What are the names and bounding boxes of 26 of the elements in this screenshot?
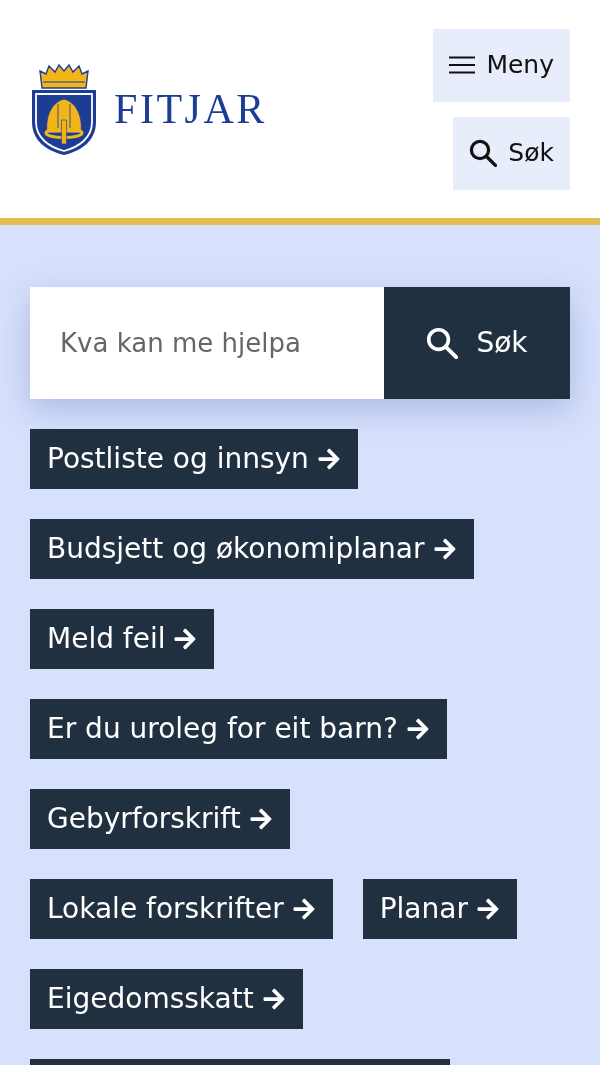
arrow-right-icon (475, 897, 500, 921)
menu-button[interactable]: Meny (433, 28, 570, 102)
menu-icon (449, 56, 476, 74)
arrow-right-icon (405, 717, 430, 741)
arrow-right-icon (291, 897, 316, 921)
coat-of-arms-icon (30, 62, 98, 156)
quick-link[interactable]: Planar (362, 879, 517, 939)
quick-link[interactable]: Lokale forskrifter (30, 879, 333, 939)
quick-link[interactable]: Meld feil (30, 609, 215, 669)
arrow-right-icon (248, 807, 273, 831)
quick-link[interactable]: Postliste og innsyn (30, 429, 358, 489)
arrow-right-icon (261, 987, 286, 1011)
search-field[interactable]: Kva kan me hjelpa (30, 287, 384, 399)
search-button[interactable]: Søk (384, 287, 570, 399)
quick-link[interactable] (30, 1059, 450, 1065)
quick-link[interactable]: Gebyrforskrift (30, 789, 290, 849)
quick-link[interactable]: Er du uroleg for eit barn? (30, 699, 447, 759)
search-icon (426, 327, 459, 359)
quick-link[interactable]: Budsjett og økonomiplanar (30, 519, 474, 579)
arrow-right-icon (432, 537, 457, 561)
search-button[interactable]: Søk (453, 116, 570, 190)
search-icon (469, 139, 498, 167)
arrow-right-icon (316, 447, 341, 471)
arrow-right-icon (173, 627, 198, 651)
quick-link[interactable]: Eigedomsskatt (30, 969, 303, 1029)
logo-text: FITJAR (114, 88, 267, 130)
